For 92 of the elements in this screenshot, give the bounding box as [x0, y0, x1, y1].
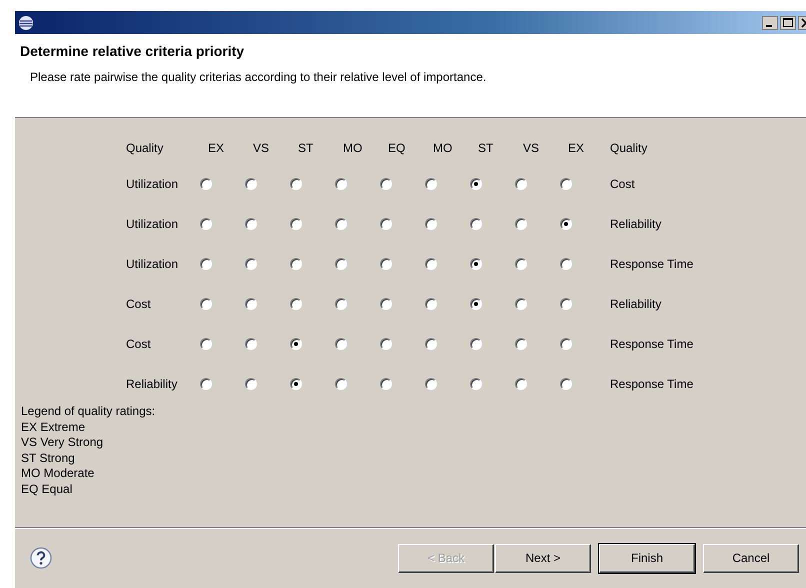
legend-text: EQ Equal — [21, 482, 74, 497]
radio-button[interactable] — [380, 178, 392, 190]
radio-button[interactable] — [290, 378, 302, 390]
radio-button[interactable] — [470, 218, 482, 230]
criterion-label: Response Time — [609, 377, 694, 391]
radio-button[interactable] — [425, 178, 437, 190]
radio-button[interactable] — [380, 378, 392, 390]
column-heading: VS — [252, 141, 270, 155]
radio-button[interactable] — [245, 338, 257, 350]
radio-button[interactable] — [470, 338, 482, 350]
radio-button[interactable] — [470, 258, 482, 270]
legend-text: MO Moderate — [21, 466, 96, 482]
column-heading: EQ — [387, 141, 406, 155]
radio-button[interactable] — [245, 298, 257, 310]
criterion-label: Reliability — [609, 217, 662, 231]
criterion-label: Reliability — [609, 297, 662, 311]
radio-button[interactable] — [470, 378, 482, 390]
radio-button[interactable] — [335, 298, 347, 310]
radio-button[interactable] — [290, 178, 302, 190]
radio-button[interactable] — [425, 338, 437, 350]
radio-button[interactable] — [515, 258, 527, 270]
radio-button[interactable] — [560, 338, 572, 350]
criterion-label: Reliability — [126, 377, 178, 391]
column-heading: ST — [477, 141, 494, 155]
column-heading: MO — [342, 141, 364, 155]
radio-button[interactable] — [245, 178, 257, 190]
column-heading: EX — [567, 141, 586, 155]
legend-text: VS Very Strong — [21, 435, 104, 450]
legend-text: EX Extreme — [21, 420, 86, 435]
criterion-label: Utilization — [126, 257, 180, 271]
radio-button[interactable] — [470, 178, 482, 190]
dialog-button[interactable]: Next > — [495, 544, 591, 572]
help-icon[interactable] — [30, 547, 52, 569]
radio-button[interactable] — [425, 298, 437, 310]
radio-button[interactable] — [200, 178, 212, 190]
radio-button[interactable] — [425, 218, 437, 230]
column-heading: Quality — [126, 141, 164, 155]
column-heading: ST — [297, 141, 314, 155]
radio-button[interactable] — [245, 378, 257, 390]
radio-button[interactable] — [335, 378, 347, 390]
minimize-icon[interactable] — [762, 16, 778, 30]
criterion-label: Cost — [126, 337, 152, 351]
radio-button[interactable] — [245, 258, 257, 270]
radio-button[interactable] — [200, 338, 212, 350]
radio-button[interactable] — [290, 338, 302, 350]
radio-button[interactable] — [380, 218, 392, 230]
radio-button[interactable] — [560, 218, 572, 230]
criterion-label: Utilization — [126, 177, 180, 191]
radio-button[interactable] — [560, 258, 572, 270]
radio-button[interactable] — [425, 258, 437, 270]
radio-button[interactable] — [515, 218, 527, 230]
radio-button[interactable] — [560, 378, 572, 390]
maximize-icon[interactable] — [780, 16, 796, 30]
radio-button[interactable] — [335, 258, 347, 270]
radio-button[interactable] — [245, 218, 257, 230]
radio-button[interactable] — [515, 298, 527, 310]
criterion-label: Response Time — [609, 337, 694, 351]
radio-button[interactable] — [560, 298, 572, 310]
dialog-button[interactable]: Cancel — [703, 544, 799, 572]
page-title: Determine relative criteria priority — [20, 43, 246, 59]
page-description: Please rate pairwise the quality criterias according to their relative level of importance. — [30, 70, 488, 84]
radio-button[interactable] — [380, 338, 392, 350]
legend-text: Legend of quality ratings: — [21, 404, 156, 420]
radio-button[interactable] — [515, 378, 527, 390]
radio-button[interactable] — [200, 218, 212, 230]
radio-button[interactable] — [560, 178, 572, 190]
radio-button[interactable] — [290, 218, 302, 230]
radio-button[interactable] — [515, 178, 527, 190]
radio-button[interactable] — [335, 338, 347, 350]
radio-button[interactable] — [290, 258, 302, 270]
radio-button[interactable] — [200, 258, 212, 270]
criterion-label: Cost — [126, 297, 152, 311]
radio-button[interactable] — [380, 258, 392, 270]
column-heading: EX — [207, 141, 226, 155]
criterion-label: Cost — [609, 177, 635, 191]
radio-button[interactable] — [335, 218, 347, 230]
criterion-label: Response Time — [609, 257, 694, 271]
column-heading: MO — [432, 141, 454, 155]
radio-button[interactable] — [380, 298, 392, 310]
radio-button[interactable] — [335, 178, 347, 190]
radio-button[interactable] — [200, 298, 212, 310]
column-heading: Quality — [609, 141, 648, 155]
dialog-button[interactable]: Finish — [599, 544, 695, 572]
radio-button[interactable] — [290, 298, 302, 310]
app-icon — [18, 14, 34, 30]
column-heading: VS — [522, 141, 540, 155]
radio-button[interactable] — [470, 298, 482, 310]
criterion-label: Utilization — [126, 217, 180, 231]
radio-button[interactable] — [515, 338, 527, 350]
radio-button[interactable] — [425, 378, 437, 390]
radio-button[interactable] — [200, 378, 212, 390]
legend-text: ST Strong — [21, 450, 76, 466]
